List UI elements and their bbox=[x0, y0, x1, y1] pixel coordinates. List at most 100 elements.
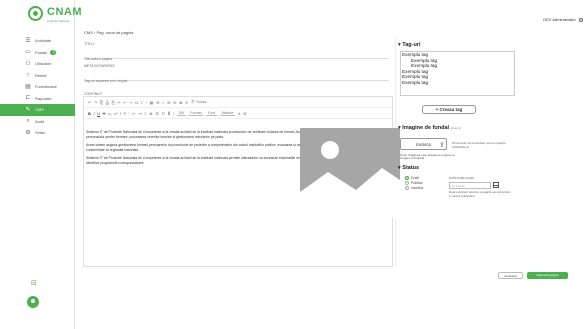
list-icon[interactable]: ⁝ bbox=[146, 100, 147, 105]
font-select[interactable]: Font bbox=[206, 111, 218, 116]
quote-icon[interactable]: “ bbox=[129, 111, 130, 116]
italic-icon[interactable]: I bbox=[93, 111, 94, 116]
print-icon[interactable]: ⎙ bbox=[106, 100, 109, 105]
sidebar-item-activitate[interactable]: ☰ Activitate bbox=[0, 35, 75, 47]
grid-add-icon[interactable]: ⊞ bbox=[167, 100, 170, 105]
special-char-icon[interactable]: Ω bbox=[135, 100, 138, 105]
cut-icon[interactable]: ✂ bbox=[117, 100, 120, 105]
editor-toolbar-row-1: ↶ ↷ ⎘ ⎙ ⎗ ✂ ↩ ↪ Ω ≡ ⁝ ▦ ☰ ⌂ ⊞ ⊟ ⊠ ✕ Ⓟ Su… bbox=[84, 97, 392, 108]
brand-logo[interactable]: CNAM institutul national bbox=[28, 4, 82, 30]
size-select[interactable]: Marime bbox=[219, 111, 236, 116]
home-icon[interactable]: ⌂ bbox=[162, 100, 164, 105]
grid-clear-icon[interactable]: ⊠ bbox=[179, 100, 182, 105]
sidebar-item-rapoarte[interactable]: ⊏ Rapoarte bbox=[0, 93, 75, 105]
align-left-icon[interactable]: ≡ bbox=[144, 111, 146, 116]
bg-color-icon[interactable]: ⊞ bbox=[243, 111, 246, 116]
bold-icon[interactable]: B bbox=[88, 111, 91, 116]
sidebar-item-postari[interactable]: ▭ Postari 3 bbox=[0, 47, 75, 59]
sidebar-item-label: Rapoarte bbox=[35, 95, 52, 101]
radio-icon[interactable] bbox=[405, 181, 409, 185]
calendar-icon[interactable] bbox=[493, 182, 499, 188]
upload-hint: Dimensiuni recomandate pentru imagine 12… bbox=[452, 141, 506, 149]
redo-alt-icon[interactable]: ↪ bbox=[129, 100, 132, 105]
outdent-icon[interactable]: ⇤ bbox=[132, 111, 135, 116]
status-option-publica[interactable]: Publica bbox=[405, 181, 422, 185]
grid-remove-icon[interactable]: ⊟ bbox=[173, 100, 176, 105]
sidebar-item-cms[interactable]: ✎ CMS bbox=[0, 104, 75, 116]
table-icon[interactable]: ▦ bbox=[150, 100, 154, 105]
paste-icon[interactable]: ⎗ bbox=[112, 100, 115, 105]
settings-icon: ⚙ bbox=[25, 129, 31, 136]
title-input[interactable] bbox=[84, 53, 389, 65]
source-button[interactable]: Ⓟ Sursa bbox=[191, 99, 207, 105]
undo-alt-icon[interactable]: ↩ bbox=[123, 100, 126, 105]
collapse-icon[interactable]: ⊟ bbox=[31, 279, 37, 287]
tags-title: ▾ Tag-uri bbox=[398, 42, 421, 48]
users-icon: ⚇ bbox=[25, 60, 31, 67]
current-user[interactable]: DEV Administrator bbox=[543, 17, 583, 22]
radio-icon[interactable] bbox=[405, 186, 409, 190]
status-option-inactiva[interactable]: Inactiva bbox=[405, 186, 423, 190]
text-color-icon[interactable]: A bbox=[238, 111, 241, 116]
status-option-label: Publica bbox=[411, 181, 423, 185]
clear-icon[interactable]: ✕ bbox=[185, 100, 188, 105]
sidebar-item-setari[interactable]: ⚙ Setari bbox=[0, 127, 75, 139]
align-icon[interactable]: ≡ bbox=[141, 100, 143, 105]
sidebar-item-label: Postari bbox=[35, 49, 48, 55]
publish-date-input[interactable]: zz.ll.aaaa bbox=[449, 182, 491, 189]
radio-selected-icon[interactable] bbox=[405, 176, 409, 180]
create-tag-button[interactable]: + Creaza tag bbox=[422, 105, 476, 114]
sidebar-item-label: Utilizatori bbox=[35, 61, 52, 67]
brand-subtitle: institutul national bbox=[47, 19, 70, 23]
user-avatar-icon[interactable] bbox=[27, 296, 39, 308]
image-placeholder-icon bbox=[300, 128, 400, 218]
style-select[interactable]: Stil bbox=[176, 111, 186, 116]
reports-icon: ⊏ bbox=[25, 95, 31, 102]
strikethrough-icon[interactable]: S bbox=[103, 111, 106, 116]
align-center-icon[interactable]: ≣ bbox=[149, 111, 152, 116]
underline-icon[interactable]: U bbox=[97, 111, 100, 116]
subscript-icon[interactable]: x₂ bbox=[108, 111, 112, 116]
indent-icon[interactable]: ⇥ bbox=[138, 111, 141, 116]
logo-icon bbox=[28, 6, 43, 21]
brand-name: CNAM bbox=[47, 6, 82, 18]
remove-format-icon[interactable]: Ɨ bbox=[120, 111, 121, 116]
title-field bbox=[84, 47, 389, 65]
redo-icon[interactable]: ↷ bbox=[94, 100, 97, 105]
sidebar-item-formatorare[interactable]: ▤ Formatorare bbox=[0, 81, 75, 93]
sidebar-item-retete[interactable]: ○ Retete bbox=[0, 70, 75, 82]
publish-date-hint: Data publicarii efective a paginii sau a… bbox=[449, 190, 511, 198]
image-note: Nota: Imaginea este afisata pe pagina ca… bbox=[400, 153, 455, 161]
sidebar-item-label: Retete bbox=[35, 72, 47, 78]
audit-icon: ⌕ bbox=[26, 118, 30, 125]
cms-icon: ✎ bbox=[25, 106, 31, 113]
upload-icon[interactable]: ⇪ bbox=[439, 141, 445, 149]
superscript-icon[interactable]: x² bbox=[114, 111, 117, 116]
tag-list[interactable]: Exemplu tag Exemplu tag Exemplu tag Exem… bbox=[400, 51, 515, 96]
undo-icon[interactable]: ↶ bbox=[88, 100, 91, 105]
more-icon[interactable]: ⁝ bbox=[173, 111, 174, 116]
sidebar-item-utilizatori[interactable]: ⚇ Utilizatori bbox=[0, 58, 75, 70]
paragraph-icon[interactable]: ¶ bbox=[124, 111, 126, 116]
sidebar-item-label: Formatorare bbox=[35, 84, 58, 90]
recipes-icon: ○ bbox=[26, 72, 30, 79]
copy-icon[interactable]: ⎘ bbox=[100, 100, 103, 105]
cancel-button[interactable]: Anuleaza bbox=[498, 272, 523, 279]
meta-keywords-input[interactable] bbox=[84, 75, 389, 87]
menu-icon[interactable]: ☰ bbox=[156, 100, 160, 105]
title-label: TITLU bbox=[84, 42, 94, 46]
meta-label: META KEYWORDS bbox=[84, 64, 115, 68]
upload-button-label: Incarca bbox=[416, 142, 431, 147]
tag-item[interactable]: Exemplu tag bbox=[401, 80, 514, 86]
sidebar-item-label: Audit bbox=[35, 118, 45, 124]
sidebar-item-label: Setari bbox=[35, 130, 46, 136]
save-page-button[interactable]: Salveaza pagina bbox=[527, 272, 568, 279]
posts-count-badge: 3 bbox=[50, 49, 57, 55]
align-right-icon[interactable]: ☰ bbox=[155, 111, 159, 116]
meta-field bbox=[84, 69, 389, 87]
sidebar-item-audit[interactable]: ⌕ Audit bbox=[0, 116, 75, 128]
status-option-draft[interactable]: Draft bbox=[405, 176, 419, 180]
justify-icon[interactable]: ☷ bbox=[161, 111, 165, 116]
columns-icon[interactable]: Ⅲ bbox=[168, 111, 171, 116]
format-select[interactable]: Format bbox=[188, 111, 204, 116]
